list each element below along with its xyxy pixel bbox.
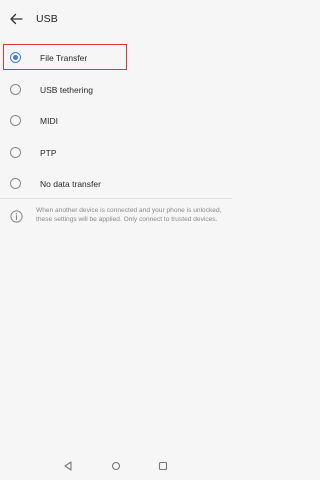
info-icon [10, 210, 23, 223]
option-no-data-transfer[interactable]: No data transfer [0, 169, 232, 201]
divider [0, 198, 232, 199]
option-label: PTP [40, 147, 57, 158]
nav-back-button[interactable] [62, 460, 74, 472]
option-label: No data transfer [40, 179, 101, 189]
radio-button[interactable] [10, 115, 21, 126]
nav-home-button[interactable] [110, 460, 122, 472]
page-title: USB [36, 13, 58, 25]
back-button[interactable] [6, 9, 26, 29]
option-usb-tethering[interactable]: USB tethering [0, 75, 232, 107]
nav-home-icon [111, 461, 121, 471]
usb-options-list: File Transfer USB tethering MIDI PTP No … [0, 43, 232, 201]
option-label: File Transfer [40, 53, 88, 63]
nav-recents-icon [158, 461, 168, 471]
radio-button-selected[interactable] [10, 52, 21, 63]
back-arrow-icon [10, 13, 23, 25]
option-label: USB tethering [40, 84, 93, 95]
option-midi[interactable]: MIDI [0, 106, 232, 138]
option-label: MIDI [40, 116, 58, 126]
nav-recents-button[interactable] [157, 460, 169, 472]
system-nav-bar [0, 456, 232, 476]
option-ptp[interactable]: PTP [0, 138, 232, 170]
app-bar: USB [0, 0, 232, 38]
radio-button[interactable] [10, 178, 21, 189]
nav-back-icon [64, 461, 72, 471]
radio-button[interactable] [10, 146, 21, 158]
option-file-transfer[interactable]: File Transfer [0, 43, 232, 75]
radio-button[interactable] [10, 83, 21, 95]
info-text: When another device is connected and you… [36, 207, 222, 223]
